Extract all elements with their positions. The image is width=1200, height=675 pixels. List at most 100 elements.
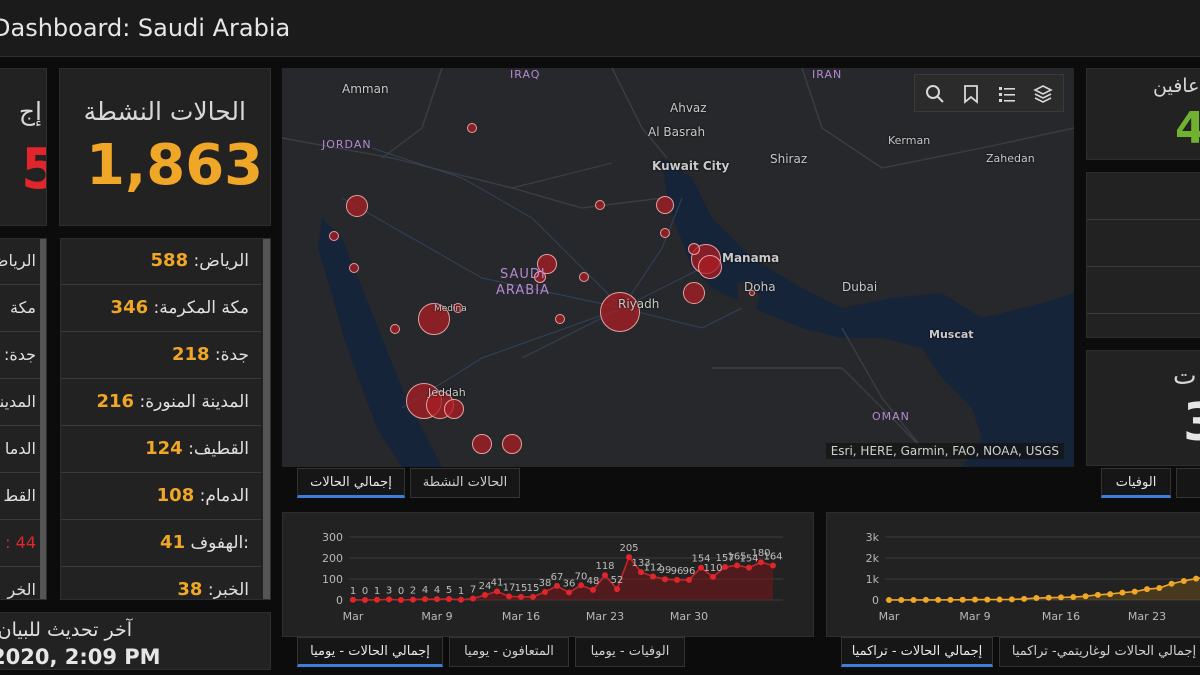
data-label: 70 — [575, 571, 588, 582]
list-item-label: الخر — [7, 580, 36, 599]
list-icon[interactable] — [989, 75, 1025, 113]
case-bubble[interactable] — [472, 434, 492, 454]
daily-cases-chart: 0100200300Mar Mar 9 Mar 16 Mar 23 Mar 301 0 1 3… — [322, 531, 783, 623]
city-entry: :الهفوف 41 — [160, 532, 249, 553]
x-tick-label: Mar 23 — [1128, 610, 1166, 623]
city-count: 216 — [96, 391, 135, 412]
tab-daily-total[interactable]: إجمالي الحالات - يوميا — [297, 637, 443, 667]
case-bubble[interactable] — [683, 282, 705, 304]
case-bubble[interactable] — [656, 196, 674, 214]
city-name: المدينة المنورة: — [139, 392, 249, 412]
list-item[interactable]: الخبر: 38 — [61, 568, 261, 599]
tab-cumulative-total[interactable]: إجمالي الحالات - تراكميا — [841, 637, 993, 667]
y-tick-label: 1k — [866, 573, 880, 586]
city-label-riyadh: Riyadh — [618, 297, 660, 311]
data-label: 2 — [410, 586, 416, 597]
data-point — [1070, 594, 1077, 601]
data-point — [1107, 591, 1114, 598]
case-bubble[interactable] — [579, 272, 589, 282]
data-label: 7 — [470, 585, 476, 596]
kpi-active-value: 1,863 — [86, 133, 264, 198]
tab-deaths[interactable]: الوفيات — [1101, 468, 1171, 498]
case-bubble[interactable] — [467, 123, 477, 133]
list-item[interactable]: جدة: 218 — [61, 333, 261, 379]
tab-daily-recovered[interactable]: المتعافون - يوميا — [449, 637, 569, 667]
x-tick-label: Mar — [343, 610, 364, 623]
case-bubble[interactable] — [346, 195, 368, 217]
kpi-total-panel: إج 5 — [0, 68, 47, 226]
x-tick-label: Mar 16 — [1042, 610, 1080, 623]
city-count: 124 — [145, 438, 183, 459]
case-bubble[interactable] — [349, 263, 359, 273]
list-item[interactable]: القطيف: 124 — [61, 427, 261, 473]
city-entry: الخبر: 38 — [177, 579, 249, 599]
country-label-oman: OMAN — [872, 410, 910, 423]
bookmark-icon[interactable] — [953, 75, 989, 113]
data-point — [458, 596, 464, 603]
city-label-jeddah: Jeddah — [428, 386, 466, 399]
scrollbar[interactable] — [263, 239, 270, 599]
x-tick-label: Mar 9 — [421, 610, 452, 623]
case-bubble[interactable] — [698, 255, 722, 279]
data-label: 15 — [515, 583, 528, 594]
case-bubble[interactable] — [390, 324, 400, 334]
list-item[interactable]: :الهفوف 41 — [61, 521, 261, 567]
x-tick-label: Mar 9 — [959, 610, 990, 623]
data-point — [935, 596, 942, 603]
data-point — [446, 595, 452, 602]
data-label: 0 — [362, 586, 368, 597]
city-name: القطيف: — [188, 439, 249, 459]
data-point — [494, 588, 500, 595]
city-label-kuwait: Kuwait City — [652, 159, 730, 173]
case-bubble[interactable] — [502, 434, 522, 454]
city-count: 108 — [156, 485, 195, 506]
scrollbar[interactable] — [40, 239, 46, 599]
tab-total-cases[interactable]: إجمالي الحالات — [297, 468, 405, 498]
city-entry: الرياض: 588 — [151, 250, 249, 271]
layers-icon[interactable] — [1025, 75, 1061, 113]
data-label: 3 — [386, 585, 392, 596]
series-area — [889, 577, 1200, 600]
tab-daily-deaths[interactable]: الوفيات - يوميا — [575, 637, 685, 667]
case-bubble[interactable] — [660, 228, 670, 238]
case-bubble[interactable] — [329, 231, 339, 241]
kpi-total-value: 5 — [21, 137, 46, 202]
data-point — [554, 582, 560, 589]
data-point — [422, 596, 428, 603]
city-count: 588 — [150, 250, 189, 271]
data-label: 0 — [398, 586, 404, 597]
data-point — [470, 595, 476, 602]
data-point — [1045, 594, 1052, 601]
case-bubble[interactable] — [444, 399, 464, 419]
data-label: 36 — [563, 578, 576, 589]
city-count: 346 — [110, 297, 149, 318]
list-item-label: مكة — [10, 298, 36, 317]
tab-cumulative-log[interactable]: إجمالي الحالات لوغاريتمي- تراكميا — [999, 637, 1200, 667]
data-point — [922, 596, 929, 603]
kpi-deaths-label: ت — [1173, 361, 1197, 390]
data-point — [1021, 595, 1028, 602]
data-point — [662, 576, 668, 583]
header-bar: Dashboard: Saudi Arabia — [0, 0, 1200, 57]
data-point — [362, 597, 368, 603]
kpi-deaths-panel: ت 3 — [1086, 350, 1200, 466]
data-point — [1156, 585, 1163, 592]
city-label-manama: Manama — [722, 251, 780, 265]
tab-right-extra[interactable] — [1176, 468, 1200, 498]
list-item[interactable]: الدمام: 108 — [61, 474, 261, 520]
data-point — [410, 596, 416, 603]
case-bubble[interactable] — [555, 314, 565, 324]
city-label-muscat: Muscat — [929, 328, 974, 341]
search-icon[interactable] — [917, 75, 953, 113]
data-point — [602, 572, 608, 579]
list-item[interactable]: المدينة المنورة: 216 — [61, 380, 261, 426]
list-item[interactable]: الرياض: 588 — [61, 239, 261, 285]
list-item[interactable]: مكة المكرمة: 346 — [61, 286, 261, 332]
persian-gulf — [662, 158, 1074, 378]
map-panel[interactable]: IRAQ IRAN JORDAN SAUDI ARABIA OMAN Amman… — [282, 68, 1074, 467]
data-point — [947, 596, 954, 603]
case-bubble[interactable] — [688, 243, 700, 255]
tab-active-cases[interactable]: الحالات النشطة — [410, 468, 520, 498]
kpi-recovered-panel: عافين 4 — [1086, 68, 1200, 160]
case-bubble[interactable] — [595, 200, 605, 210]
